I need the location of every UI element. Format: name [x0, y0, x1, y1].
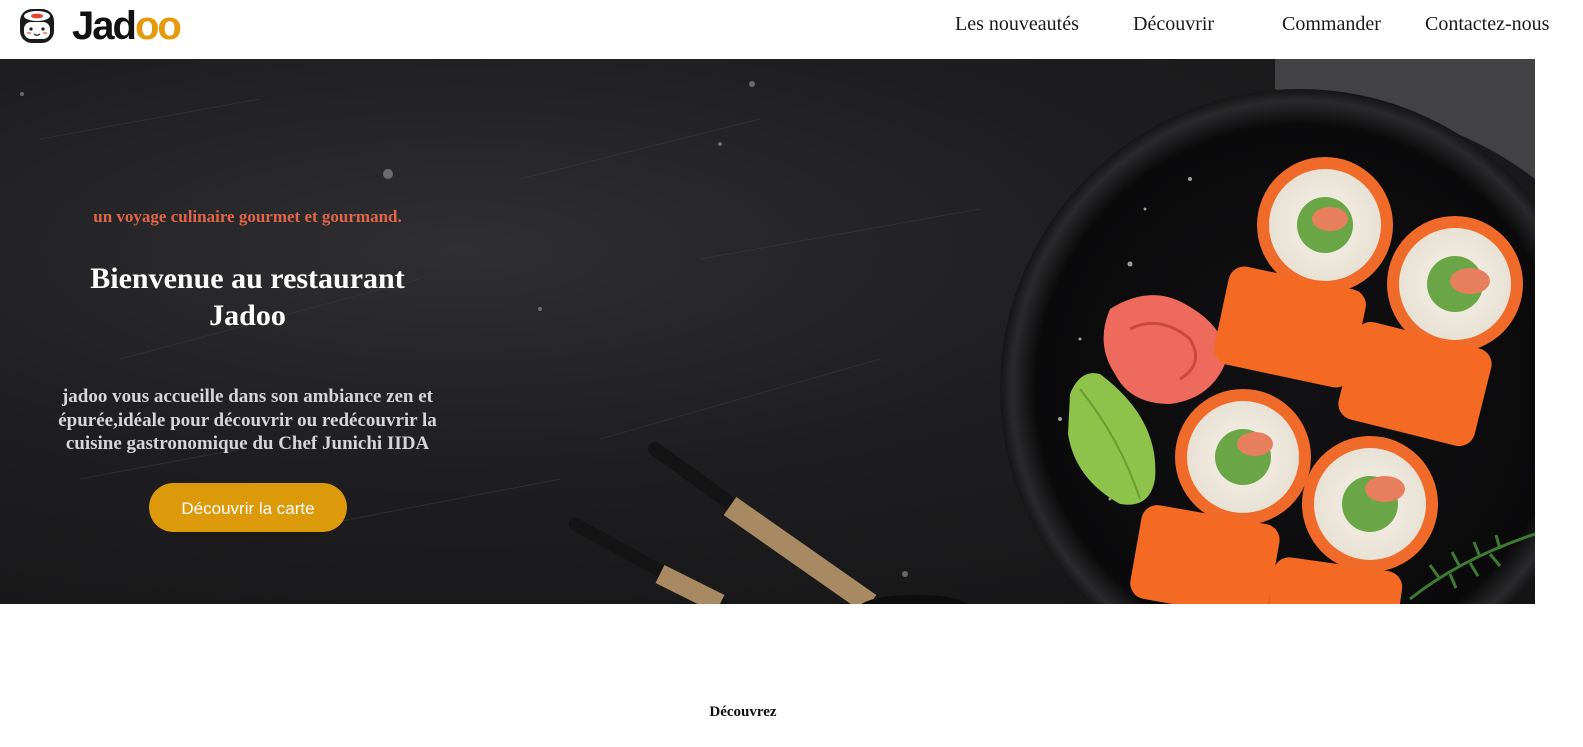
brand-name-part1: Jad	[72, 4, 137, 48]
hero-banner: un voyage culinaire gourmet et gourmand.…	[0, 59, 1535, 604]
discover-menu-button[interactable]: Découvrir la carte	[149, 483, 347, 532]
hero-description: jadoo vous accueille dans son ambiance z…	[58, 386, 437, 454]
brand-logo[interactable]: Jadoo	[72, 4, 182, 48]
hero-tagline: un voyage culinaire gourmet et gourmand.	[93, 207, 402, 226]
site-header: Jadoo Les nouveautés Découvrir Commander…	[0, 0, 1583, 59]
nav-item-commander[interactable]: Commander	[1282, 13, 1381, 36]
section-heading: Découvrez	[709, 704, 777, 720]
nav-item-decouvrir[interactable]: Découvrir	[1133, 13, 1214, 36]
sushi-face-logo-icon[interactable]	[18, 7, 56, 45]
brand-name-part2: oo	[134, 4, 182, 48]
nav-item-contact[interactable]: Contactez-nous	[1425, 13, 1549, 36]
hero-title: Bienvenue au restaurant Jadoo	[90, 262, 405, 332]
nav-item-nouveautes[interactable]: Les nouveautés	[955, 13, 1079, 36]
